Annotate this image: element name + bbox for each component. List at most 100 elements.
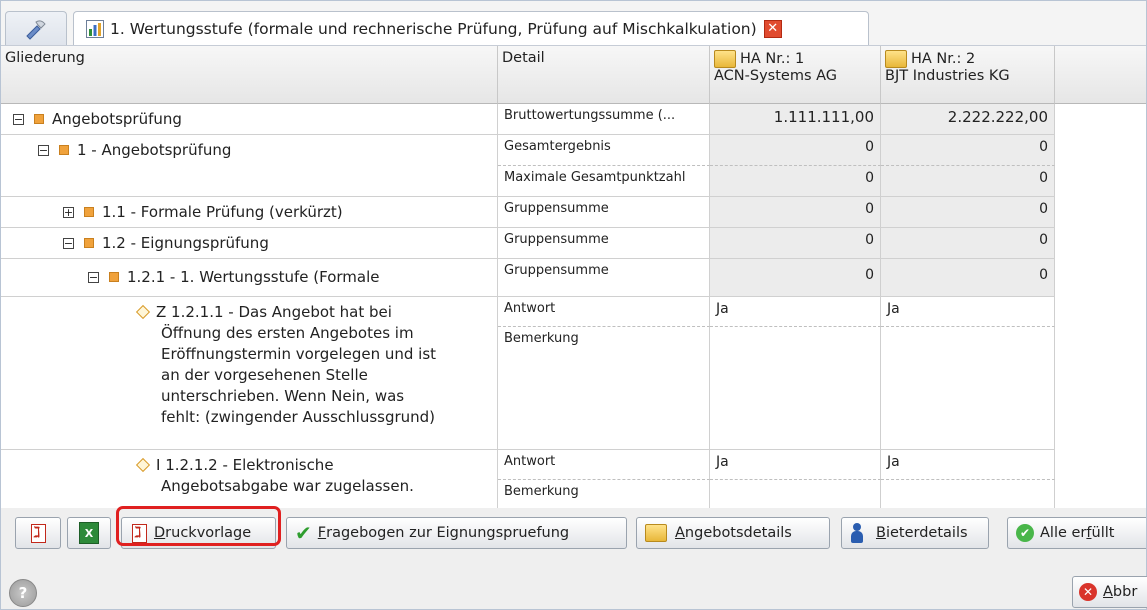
tree-row[interactable]: − 1.2.1 - 1. Wertungsstufe (Formale xyxy=(1,259,498,297)
tree-row[interactable]: +1.1 - Formale Prüfung (verkürzt) xyxy=(1,197,498,228)
bieter-label: ieterdetails xyxy=(885,525,968,541)
tree-row[interactable]: − Angebotsprüfung xyxy=(1,104,498,135)
column-header-label: Gliederung xyxy=(5,50,85,66)
question-line: an der vorgesehenen Stelle xyxy=(161,366,368,384)
alle-erfuellt-button[interactable]: ✔ Alle er f üllt xyxy=(1007,517,1146,549)
checkmark-icon: ✔ xyxy=(295,521,312,545)
answer-cell[interactable]: Ja xyxy=(710,450,881,480)
excel-export-button[interactable]: X xyxy=(67,517,111,549)
window-frame: 1. Wertungsstufe (formale und rechnerisc… xyxy=(0,0,1147,610)
collapse-icon[interactable]: − xyxy=(88,271,99,283)
node-icon xyxy=(84,238,94,248)
remark-cell[interactable] xyxy=(881,480,1055,508)
expand-icon[interactable]: + xyxy=(63,206,74,218)
question-row[interactable]: Z 1.2.1.1 - Das Angebot hat bei Öffnung … xyxy=(1,297,498,450)
tab-tools[interactable] xyxy=(5,11,67,45)
value-cell[interactable]: 0 xyxy=(710,135,881,166)
column-header-bidder-2[interactable]: HA Nr.: 2 BJT Industries KG xyxy=(881,46,1055,104)
answer-cell[interactable]: Ja xyxy=(881,450,1055,480)
value-cell[interactable]: 0 xyxy=(881,197,1055,228)
node-icon xyxy=(84,207,94,217)
detail-cell: Bemerkung xyxy=(498,480,710,508)
alle-label: Alle er xyxy=(1040,525,1087,541)
fragebogen-label: ragebogen zur Eignungspruefung xyxy=(326,525,570,541)
abbr-hotkey: A xyxy=(1103,584,1113,600)
collapse-icon[interactable]: − xyxy=(63,237,74,249)
alle-label-end: üllt xyxy=(1091,525,1115,541)
detail-cell: Antwort xyxy=(498,297,710,327)
angebot-label: ngebotsdetails xyxy=(684,525,792,541)
tree-label: Angebotsprüfung xyxy=(52,110,182,128)
question-icon xyxy=(135,304,151,320)
bieter-hotkey: B xyxy=(876,525,886,541)
column-header-bidder-1[interactable]: HA Nr.: 1 ACN-Systems AG xyxy=(710,46,881,104)
cancel-icon: ✕ xyxy=(1079,583,1097,601)
value-cell[interactable]: 0 xyxy=(881,135,1055,166)
close-icon[interactable]: ✕ xyxy=(763,19,782,38)
check-circle-icon: ✔ xyxy=(1016,524,1034,542)
footer-bar: ? ✕ Abbr xyxy=(1,554,1147,609)
question-text: I 1.2.1.2 - Elektronische Angebotsabgabe… xyxy=(135,455,414,497)
value-cell[interactable]: 0 xyxy=(881,259,1055,297)
help-icon[interactable]: ? xyxy=(9,579,37,607)
pdf-icon xyxy=(29,523,47,543)
evaluation-table: Gliederung Detail HA Nr.: 1 ACN-Systems … xyxy=(1,46,1146,508)
question-line: I 1.2.1.2 - Elektronische xyxy=(156,456,334,474)
tree-row[interactable]: − 1.2 - Eignungsprüfung xyxy=(1,228,498,259)
highlight-box xyxy=(116,506,281,546)
remark-cell[interactable] xyxy=(710,327,881,450)
node-icon xyxy=(59,145,69,155)
value-cell[interactable]: 1.111.111,00 xyxy=(710,104,881,135)
column-header-detail[interactable]: Detail xyxy=(498,46,710,104)
abbr-label: bbr xyxy=(1112,584,1138,600)
tree-label: 1.1 - Formale Prüfung (verkürzt) xyxy=(102,203,343,221)
tree-label: 1.2.1 - 1. Wertungsstufe (Formale xyxy=(127,268,380,286)
node-icon xyxy=(109,272,119,282)
tree-row[interactable]: − 1 - Angebotsprüfung xyxy=(1,135,498,197)
question-text: Z 1.2.1.1 - Das Angebot hat bei Öffnung … xyxy=(135,302,437,428)
value-cell[interactable]: 0 xyxy=(710,228,881,259)
question-line: Öffnung des ersten Angebotes im xyxy=(161,324,414,342)
folder-icon xyxy=(645,524,667,542)
column-header-gliederung[interactable]: Gliederung xyxy=(1,46,498,104)
value-cell[interactable]: 0 xyxy=(710,259,881,297)
person-icon xyxy=(850,523,864,543)
detail-cell: Gruppensumme xyxy=(498,197,710,228)
question-line: fehlt: (zwingender Ausschlussgrund) xyxy=(161,408,436,426)
question-line: Eröffnungstermin vorgelegen und ist xyxy=(161,345,437,363)
remark-cell[interactable] xyxy=(881,327,1055,450)
tree-label: 1.2 - Eignungsprüfung xyxy=(102,234,269,252)
column-header-label: Detail xyxy=(502,50,545,66)
detail-cell: Gruppensumme xyxy=(498,228,710,259)
value-cell[interactable]: 0 xyxy=(710,197,881,228)
pdf-export-button[interactable] xyxy=(15,517,61,549)
question-line: unterschrieben. Wenn Nein, was xyxy=(161,387,405,405)
collapse-icon[interactable]: − xyxy=(38,144,49,156)
bidder-name: BJT Industries KG xyxy=(885,68,1010,84)
value-cell[interactable]: 0 xyxy=(881,228,1055,259)
question-line: Angebotsabgabe war zugelassen. xyxy=(161,477,414,495)
answer-cell[interactable]: Ja xyxy=(881,297,1055,327)
remark-cell[interactable] xyxy=(710,480,881,508)
bieterdetails-button[interactable]: Bieterdetails xyxy=(841,517,989,549)
tab-bar: 1. Wertungsstufe (formale und rechnerisc… xyxy=(1,1,1146,46)
value-cell[interactable]: 2.222.222,00 xyxy=(881,104,1055,135)
angebot-hotkey: A xyxy=(675,525,685,541)
bidder-name: ACN-Systems AG xyxy=(714,68,838,84)
question-row[interactable]: I 1.2.1.2 - Elektronische Angebotsabgabe… xyxy=(1,450,498,508)
tree-label: 1 - Angebotsprüfung xyxy=(77,141,232,159)
abbrechen-button[interactable]: ✕ Abbr xyxy=(1072,576,1147,608)
column-header-empty xyxy=(1055,46,1146,104)
bidder-number: HA Nr.: 2 xyxy=(911,51,976,67)
value-cell[interactable]: 0 xyxy=(710,166,881,197)
folder-icon xyxy=(885,50,907,68)
detail-cell: Antwort xyxy=(498,450,710,480)
tab-title: 1. Wertungsstufe (formale und rechnerisc… xyxy=(110,19,757,38)
folder-icon xyxy=(714,50,736,68)
tab-wertungsstufe[interactable]: 1. Wertungsstufe (formale und rechnerisc… xyxy=(73,11,869,45)
collapse-icon[interactable]: − xyxy=(13,113,24,125)
angebotsdetails-button[interactable]: Angebotsdetails xyxy=(636,517,830,549)
answer-cell[interactable]: Ja xyxy=(710,297,881,327)
value-cell[interactable]: 0 xyxy=(881,166,1055,197)
fragebogen-button[interactable]: ✔ Fragebogen zur Eignungspruefung xyxy=(286,517,627,549)
